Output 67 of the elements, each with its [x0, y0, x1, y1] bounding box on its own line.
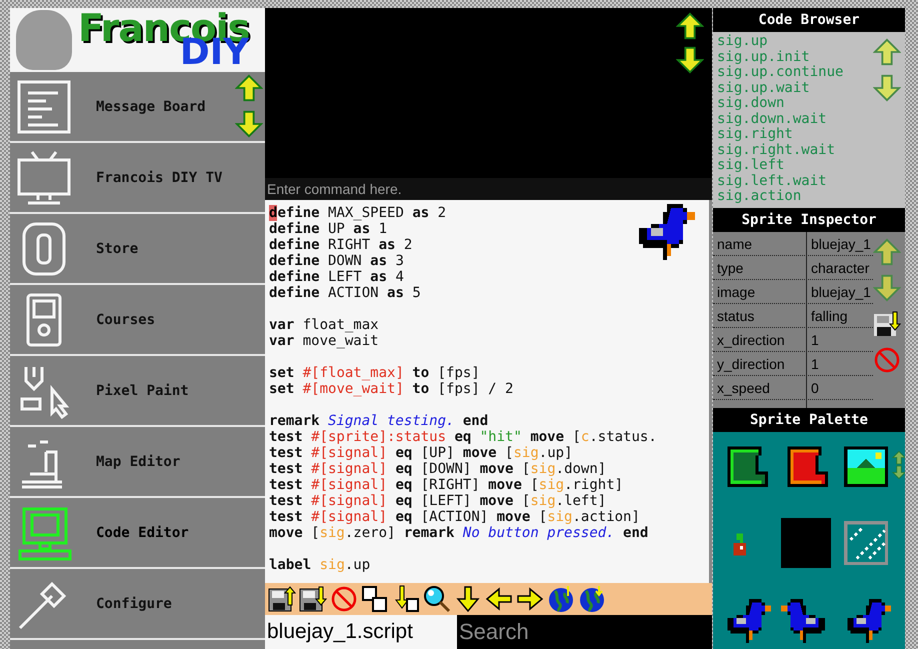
- code-browser-item[interactable]: sig.down.wait: [717, 112, 873, 127]
- command-input[interactable]: Enter command here.: [265, 178, 712, 200]
- nav-item[interactable]: Code Editor: [10, 498, 265, 569]
- code-line: test #[sprite]:status eq "hit" move [c.status.: [269, 429, 657, 445]
- code-line: label sig.up: [269, 557, 370, 573]
- floppy-download-icon[interactable]: [298, 584, 328, 614]
- code-browser-item[interactable]: sig.left.wait: [717, 174, 873, 189]
- code-browser-item[interactable]: sig.right: [717, 127, 873, 142]
- document-icon: [16, 78, 72, 134]
- floppy-upload-icon[interactable]: [267, 584, 297, 614]
- search-icon[interactable]: [422, 584, 452, 614]
- computer-icon: [16, 504, 72, 560]
- globe-icon[interactable]: [546, 584, 576, 614]
- code-line: test #[signal] eq [DOWN] move [sig.down]: [269, 461, 606, 477]
- code-browser-item[interactable]: sig.left: [717, 158, 873, 174]
- search-field[interactable]: Search: [457, 615, 712, 649]
- code-line: define MAX_SPEED as 2: [269, 205, 446, 221]
- code-line: test #[signal] eq [UP] move [sig.up]: [269, 445, 572, 461]
- property-value[interactable]: falling: [807, 304, 873, 327]
- property-value[interactable]: bluejay_1: [807, 232, 873, 255]
- code-browser-item[interactable]: sig.up.wait: [717, 80, 873, 96]
- property-value[interactable]: 0: [807, 376, 873, 399]
- property-name: image: [713, 280, 807, 303]
- code-browser-item[interactable]: sig.up.init: [717, 50, 873, 65]
- property-name: x_direction: [713, 328, 807, 351]
- code-line: define UP as 1: [269, 221, 388, 237]
- panel-header: Sprite Inspector: [713, 208, 905, 232]
- code-browser-item[interactable]: sig.up.continue: [717, 65, 873, 80]
- code-line: test #[signal] eq [LEFT] move [sig.left]: [269, 493, 606, 509]
- property-name: type: [713, 256, 807, 279]
- panel-header: Code Browser: [713, 8, 905, 32]
- property-name: name: [713, 232, 807, 255]
- code-editor[interactable]: [265, 200, 712, 583]
- scroll-up-arrow-icon[interactable]: [676, 12, 704, 40]
- property-value[interactable]: 1: [807, 352, 873, 375]
- overlapping-squares-icon[interactable]: [360, 584, 390, 614]
- code-browser-item[interactable]: sig.right.wait: [717, 142, 873, 158]
- property-value[interactable]: bluejay_1: [807, 280, 873, 303]
- code-line: test #[signal] eq [ACTION] move [sig.action]: [269, 509, 640, 525]
- filename-field[interactable]: bluejay_1.script: [265, 615, 457, 649]
- globe-icon[interactable]: [577, 584, 607, 614]
- code-line: define ACTION as 5: [269, 285, 421, 301]
- code-browser-item[interactable]: sig.action: [717, 189, 873, 204]
- code-browser-item[interactable]: sig.down: [717, 96, 873, 112]
- code-line: move [sig.zero] remark No button pressed. end: [269, 525, 648, 541]
- code-line: var move_wait: [269, 333, 379, 349]
- property-name: status: [713, 304, 807, 327]
- floppy-download-icon[interactable]: [873, 310, 901, 338]
- code-browser-item[interactable]: sig.up: [717, 34, 873, 50]
- property-value[interactable]: 1: [807, 328, 873, 351]
- code-line: remark Signal testing. end: [269, 413, 488, 429]
- property-name: x_speed: [713, 376, 807, 399]
- glass-pane-sprite[interactable]: [841, 518, 891, 568]
- property-value[interactable]: character: [807, 256, 873, 279]
- scroll-down-arrow-icon[interactable]: [676, 46, 704, 74]
- code-line: set #[move_wait] to [fps] / 2: [269, 381, 514, 397]
- property-name: y_direction: [713, 352, 807, 375]
- code-line: define DOWN as 3: [269, 253, 404, 269]
- avatar-placeholder: [16, 10, 72, 70]
- panel-header: Sprite Palette: [713, 408, 905, 432]
- code-line: define LEFT as 4: [269, 269, 404, 285]
- tv-icon: [16, 150, 72, 206]
- code-line: set #[float_max] to [fps]: [269, 365, 480, 381]
- nav-item[interactable]: Courses: [10, 285, 265, 356]
- code-line: test #[signal] eq [RIGHT] move [sig.right]: [269, 477, 624, 493]
- code-line: define RIGHT as 2: [269, 237, 412, 253]
- code-line: var float_max: [269, 317, 379, 333]
